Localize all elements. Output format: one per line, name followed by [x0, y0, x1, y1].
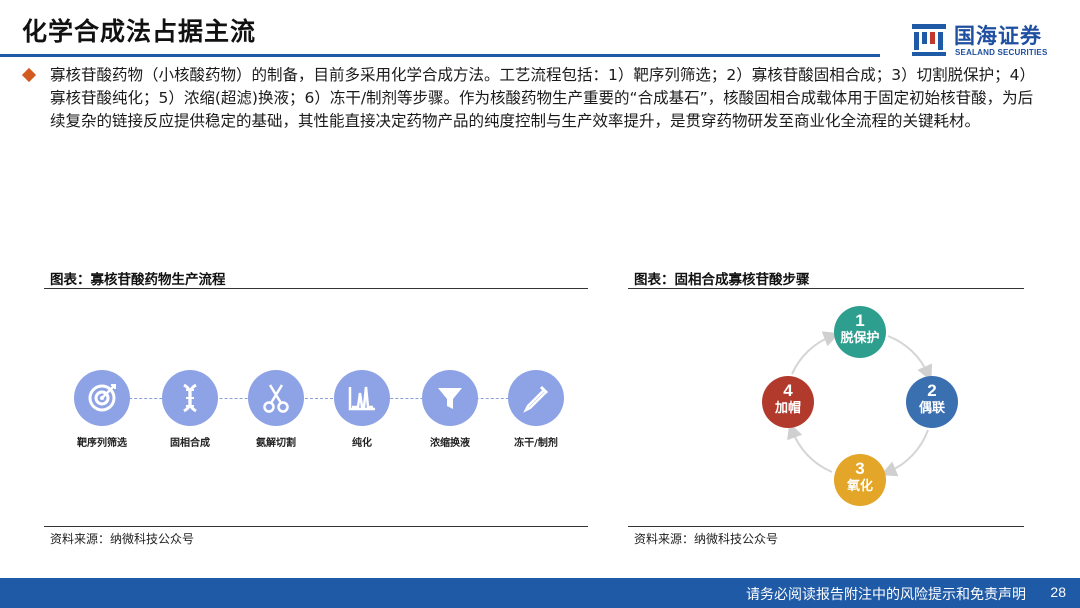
- flow-step: 固相合成: [145, 370, 235, 449]
- right-chart-source: 资料来源：纳微科技公众号: [634, 532, 779, 546]
- cycle-node-capping: 4 加帽: [762, 376, 814, 428]
- sealand-logo-icon: [912, 24, 946, 56]
- chromatogram-icon: [348, 386, 375, 411]
- logo-english-name: SEALAND SECURITIES: [955, 48, 1048, 57]
- page-number: 28: [1050, 584, 1066, 600]
- title-underline: [0, 54, 880, 57]
- right-chart-title: 图表：固相合成寡核苷酸步骤: [634, 272, 810, 288]
- step-label: 靶序列筛选: [77, 438, 127, 449]
- step-label: 纯化: [352, 438, 372, 449]
- node-label: 脱保护: [840, 331, 880, 346]
- step-icon-circle: [74, 370, 130, 426]
- step-label: 浓缩换液: [430, 438, 470, 449]
- cycle-node-deprotection: 1 脱保护: [834, 306, 886, 358]
- node-label: 氧化: [846, 479, 873, 494]
- step-label: 固相合成: [170, 438, 210, 449]
- node-label: 加帽: [774, 401, 801, 416]
- right-chart-bottom-rule: [628, 526, 1024, 527]
- node-label: 偶联: [918, 401, 945, 416]
- footer-bar: 请务必阅读报告附注中的风险提示和免责声明 28: [0, 578, 1080, 608]
- step-icon-circle: [334, 370, 390, 426]
- node-number: 2: [927, 381, 937, 400]
- flow-step: 纯化: [317, 370, 407, 449]
- step-icon-circle: [508, 370, 564, 426]
- step-label: 氨解切割: [256, 438, 296, 449]
- right-chart-top-rule: [628, 288, 1024, 289]
- step-icon-circle: [162, 370, 218, 426]
- step-icon-circle: [422, 370, 478, 426]
- dropper-icon: [523, 385, 549, 413]
- disclaimer-link[interactable]: 请务必阅读报告附注中的风险提示和免责声明: [746, 584, 1026, 604]
- dna-icon: [183, 383, 197, 413]
- intro-paragraph: 寡核苷酸药物（小核酸药物）的制备，目前多采用化学合成方法。工艺流程包括：1）靶序…: [50, 66, 1035, 130]
- step-icon-circle: [248, 370, 304, 426]
- left-chart-top-rule: [44, 288, 588, 289]
- flow-step: 靶序列筛选: [57, 370, 147, 449]
- node-number: 1: [855, 311, 865, 330]
- left-chart-title: 图表：寡核苷酸药物生产流程: [50, 272, 226, 288]
- node-number: 3: [855, 459, 865, 478]
- flow-step: 浓缩换液: [405, 370, 495, 449]
- left-chart-source: 资料来源：纳微科技公众号: [50, 532, 195, 546]
- cycle-node-oxidation: 3 氧化: [834, 454, 886, 506]
- node-number: 4: [783, 381, 793, 400]
- cycle-node-coupling: 2 偶联: [906, 376, 958, 428]
- page-title: 化学合成法占据主流: [22, 17, 257, 46]
- flow-step: 氨解切割: [231, 370, 321, 449]
- scissors-icon: [263, 384, 289, 413]
- funnel-icon: [438, 388, 462, 409]
- logo-chinese-name: 国海证券: [954, 24, 1042, 48]
- diamond-bullet-icon: [21, 67, 37, 83]
- target-icon: [88, 384, 116, 412]
- flow-step: 冻干/制剂: [491, 370, 581, 449]
- step-label: 冻干/制剂: [514, 438, 558, 449]
- synthesis-cycle: 1 脱保护 2 偶联 3 氧化 4 加帽: [760, 306, 960, 506]
- left-chart-bottom-rule: [44, 526, 588, 527]
- production-flow: 靶序列筛选 固相合成 氨解切割 纯化 浓缩换液 冻干/制剂: [74, 370, 574, 450]
- company-logo: 国海证券 SEALAND SECURITIES: [910, 18, 1070, 62]
